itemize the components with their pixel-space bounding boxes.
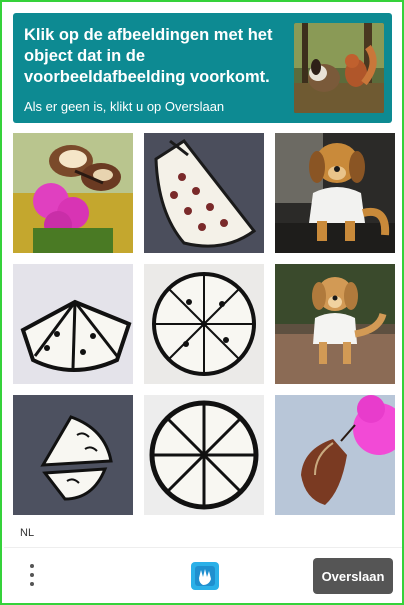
example-image-graphic — [294, 23, 384, 113]
pizza-slice-image — [144, 133, 264, 253]
butterfly-flower-image-2 — [275, 395, 395, 515]
hcaptcha-logo-graphic — [191, 562, 219, 590]
grid-tile-pizza-slice[interactable] — [144, 133, 264, 253]
grid-tile-butterfly-1[interactable] — [13, 133, 133, 253]
challenge-header: Klik op de afbeeldingen met het object d… — [13, 13, 392, 123]
grid-tile-dog-1[interactable] — [275, 133, 395, 253]
grid-tile-pizza-slices[interactable] — [13, 395, 133, 515]
captcha-frame: Klik op de afbeeldingen met het object d… — [0, 0, 404, 605]
grid-tile-pizza-whole[interactable] — [144, 264, 264, 384]
grid-tile-dog-2[interactable] — [275, 264, 395, 384]
image-grid — [13, 133, 395, 515]
skip-button[interactable]: Overslaan — [313, 558, 393, 594]
butterfly-flower-image — [13, 133, 133, 253]
grid-tile-pizza-sliced[interactable] — [13, 264, 133, 384]
language-indicator[interactable]: NL — [20, 527, 34, 539]
footer-divider — [4, 547, 402, 548]
whole-pizza-image — [144, 264, 264, 384]
grid-tile-butterfly-2[interactable] — [275, 395, 395, 515]
challenge-subtext: Als er geen is, klikt u op Overslaan — [24, 99, 225, 114]
challenge-prompt: Klik op de afbeeldingen met het object d… — [24, 26, 273, 86]
sliced-pizza-image — [13, 264, 133, 384]
dog-on-road-image — [275, 264, 395, 384]
menu-dots-icon[interactable] — [22, 562, 44, 592]
hcaptcha-logo-icon[interactable] — [187, 558, 223, 594]
pizza-lines-image — [144, 395, 264, 515]
example-image — [294, 23, 384, 113]
pizza-slices-image — [13, 395, 133, 515]
grid-tile-pizza-lines[interactable] — [144, 395, 264, 515]
dog-image — [275, 133, 395, 253]
